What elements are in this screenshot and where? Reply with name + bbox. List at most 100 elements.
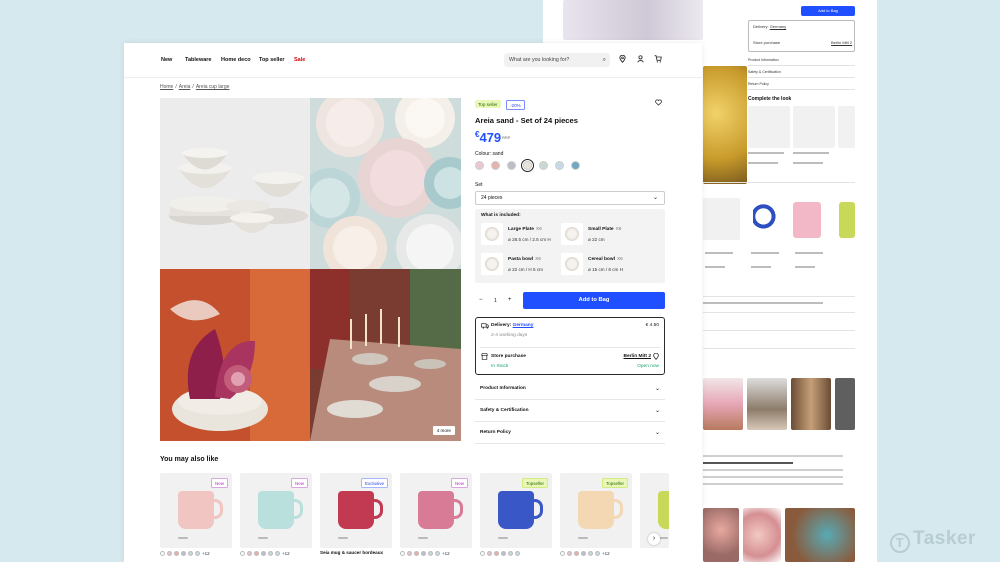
- accordion-safety-certification[interactable]: Safety & Certification ⌄: [475, 400, 665, 422]
- colour-swatch[interactable]: [571, 161, 580, 170]
- colour-dot[interactable]: [595, 551, 600, 557]
- recommendation-card[interactable]: Exclusive: [320, 473, 392, 548]
- colour-dot[interactable]: [254, 551, 259, 557]
- colour-swatch[interactable]: [539, 161, 548, 170]
- colour-dot[interactable]: [435, 551, 440, 557]
- bg-divider: [703, 330, 855, 331]
- colour-dot[interactable]: [480, 551, 485, 557]
- delivery-country-link[interactable]: Germany: [513, 323, 534, 328]
- colour-dot[interactable]: [515, 551, 520, 557]
- bg-accordion-safety[interactable]: Safety & Certification: [748, 70, 855, 78]
- breadcrumb-home[interactable]: Home: [160, 84, 173, 90]
- colour-swatch[interactable]: [491, 161, 500, 170]
- colour-dot[interactable]: [407, 551, 412, 557]
- more-photos-button[interactable]: 4 more: [432, 426, 455, 435]
- breadcrumb-current[interactable]: Areia cup large: [196, 84, 230, 90]
- colour-swatch[interactable]: [521, 159, 534, 172]
- colour-dot[interactable]: [261, 551, 266, 557]
- store-name-link[interactable]: Berlin Mitt 2: [624, 354, 651, 359]
- minus-button[interactable]: −: [479, 297, 483, 303]
- nav-new[interactable]: New: [161, 57, 172, 63]
- colour-dot[interactable]: [494, 551, 499, 557]
- bg-product-photo: [563, 0, 703, 40]
- plate-thumbnail: [481, 223, 503, 245]
- search-icon[interactable]: ⌕: [603, 53, 606, 67]
- colour-dot[interactable]: [508, 551, 513, 557]
- wishlist-heart-icon[interactable]: [655, 99, 662, 108]
- colour-dot[interactable]: [560, 551, 565, 557]
- included-item-dim: ø 28.5 cm / 2.5 cm H: [508, 237, 551, 242]
- set-select[interactable]: 24 pieces ⌄: [475, 191, 665, 205]
- recommendation-card[interactable]: New: [160, 473, 232, 548]
- user-icon[interactable]: [637, 55, 644, 65]
- nav-home-deco[interactable]: Home deco: [221, 57, 251, 63]
- bg-accordion-return[interactable]: Return Policy: [748, 82, 855, 90]
- bg-rec-mug: [839, 202, 855, 238]
- colour-swatch[interactable]: [555, 161, 564, 170]
- cart-icon[interactable]: [654, 55, 662, 65]
- location-icon: [653, 352, 659, 362]
- discount-badge: -20%: [506, 100, 525, 110]
- recommendation-card[interactable]: New: [240, 473, 312, 548]
- included-item: Cereal bowl X6 ø 15 cm / 8 cm H: [561, 253, 651, 281]
- recommendations-title: You may also like: [160, 456, 219, 463]
- bg-rec-mug: [793, 202, 821, 238]
- colour-dot[interactable]: [195, 551, 200, 557]
- bg-bowls-photo: [743, 508, 781, 562]
- accordion-return-policy[interactable]: Return Policy ⌄: [475, 422, 665, 444]
- search-input[interactable]: What are you looking for? ⌕: [504, 53, 610, 67]
- colour-dot[interactable]: [428, 551, 433, 557]
- recommendation-card[interactable]: Topseller: [480, 473, 552, 548]
- colour-dot[interactable]: [174, 551, 179, 557]
- colour-dot[interactable]: [574, 551, 579, 557]
- accordion-product-information[interactable]: Product Information ⌄: [475, 378, 665, 400]
- colour-dot[interactable]: [181, 551, 186, 557]
- product-photo-plates[interactable]: [310, 98, 461, 269]
- quantity-value[interactable]: 1: [494, 298, 497, 304]
- colour-dot[interactable]: [487, 551, 492, 557]
- bg-look-card[interactable]: [838, 106, 855, 148]
- colour-dot[interactable]: [414, 551, 419, 557]
- bg-text-line: [748, 162, 778, 164]
- colour-dot[interactable]: [275, 551, 280, 557]
- store-purchase-label: Store purchase: [491, 354, 526, 359]
- bg-gallery-photo: [835, 378, 855, 430]
- colour-dot[interactable]: [240, 551, 245, 557]
- product-photo-stack[interactable]: [160, 98, 310, 269]
- bg-look-card[interactable]: [793, 106, 835, 148]
- colour-dot[interactable]: [268, 551, 273, 557]
- nav-sale[interactable]: Sale: [294, 57, 305, 63]
- breadcrumb-areia[interactable]: Areia: [179, 84, 191, 90]
- card-colour-dots: [480, 551, 522, 557]
- add-to-bag-button[interactable]: Add to Bag: [523, 292, 665, 309]
- colour-dot[interactable]: [247, 551, 252, 557]
- bg-accordion-product-info[interactable]: Product Information: [748, 58, 855, 66]
- bg-store-name[interactable]: Berlin Mitt 2: [831, 40, 852, 45]
- colour-dot[interactable]: [167, 551, 172, 557]
- colour-dot[interactable]: [400, 551, 405, 557]
- colour-dot[interactable]: [501, 551, 506, 557]
- colour-swatch[interactable]: [475, 161, 484, 170]
- colour-dot[interactable]: [421, 551, 426, 557]
- nav-tableware[interactable]: Tableware: [185, 57, 212, 63]
- product-photo-cabbage[interactable]: [160, 269, 310, 441]
- more-colours-count: +12: [282, 551, 290, 556]
- carousel-next-button[interactable]: ›: [648, 533, 660, 545]
- bg-text-line: [793, 162, 823, 164]
- bg-look-card[interactable]: [748, 106, 790, 148]
- colour-dot[interactable]: [188, 551, 193, 557]
- location-icon[interactable]: [619, 54, 626, 65]
- nav-top-seller[interactable]: Top seller: [259, 57, 285, 63]
- recommendation-card[interactable]: Topseller: [560, 473, 632, 548]
- colour-dot[interactable]: [567, 551, 572, 557]
- card-product-name[interactable]: Seia mug & saucer bordeaux: [320, 550, 383, 555]
- bg-add-to-bag-button[interactable]: Add to Bag: [801, 6, 855, 16]
- colour-dot[interactable]: [581, 551, 586, 557]
- colour-dot[interactable]: [160, 551, 165, 557]
- recommendation-card[interactable]: New: [400, 473, 472, 548]
- colour-dot[interactable]: [588, 551, 593, 557]
- bg-rec-card[interactable]: [703, 198, 740, 240]
- product-photo-table[interactable]: 4 more: [310, 269, 461, 441]
- colour-swatch[interactable]: [507, 161, 516, 170]
- plus-button[interactable]: +: [508, 297, 512, 303]
